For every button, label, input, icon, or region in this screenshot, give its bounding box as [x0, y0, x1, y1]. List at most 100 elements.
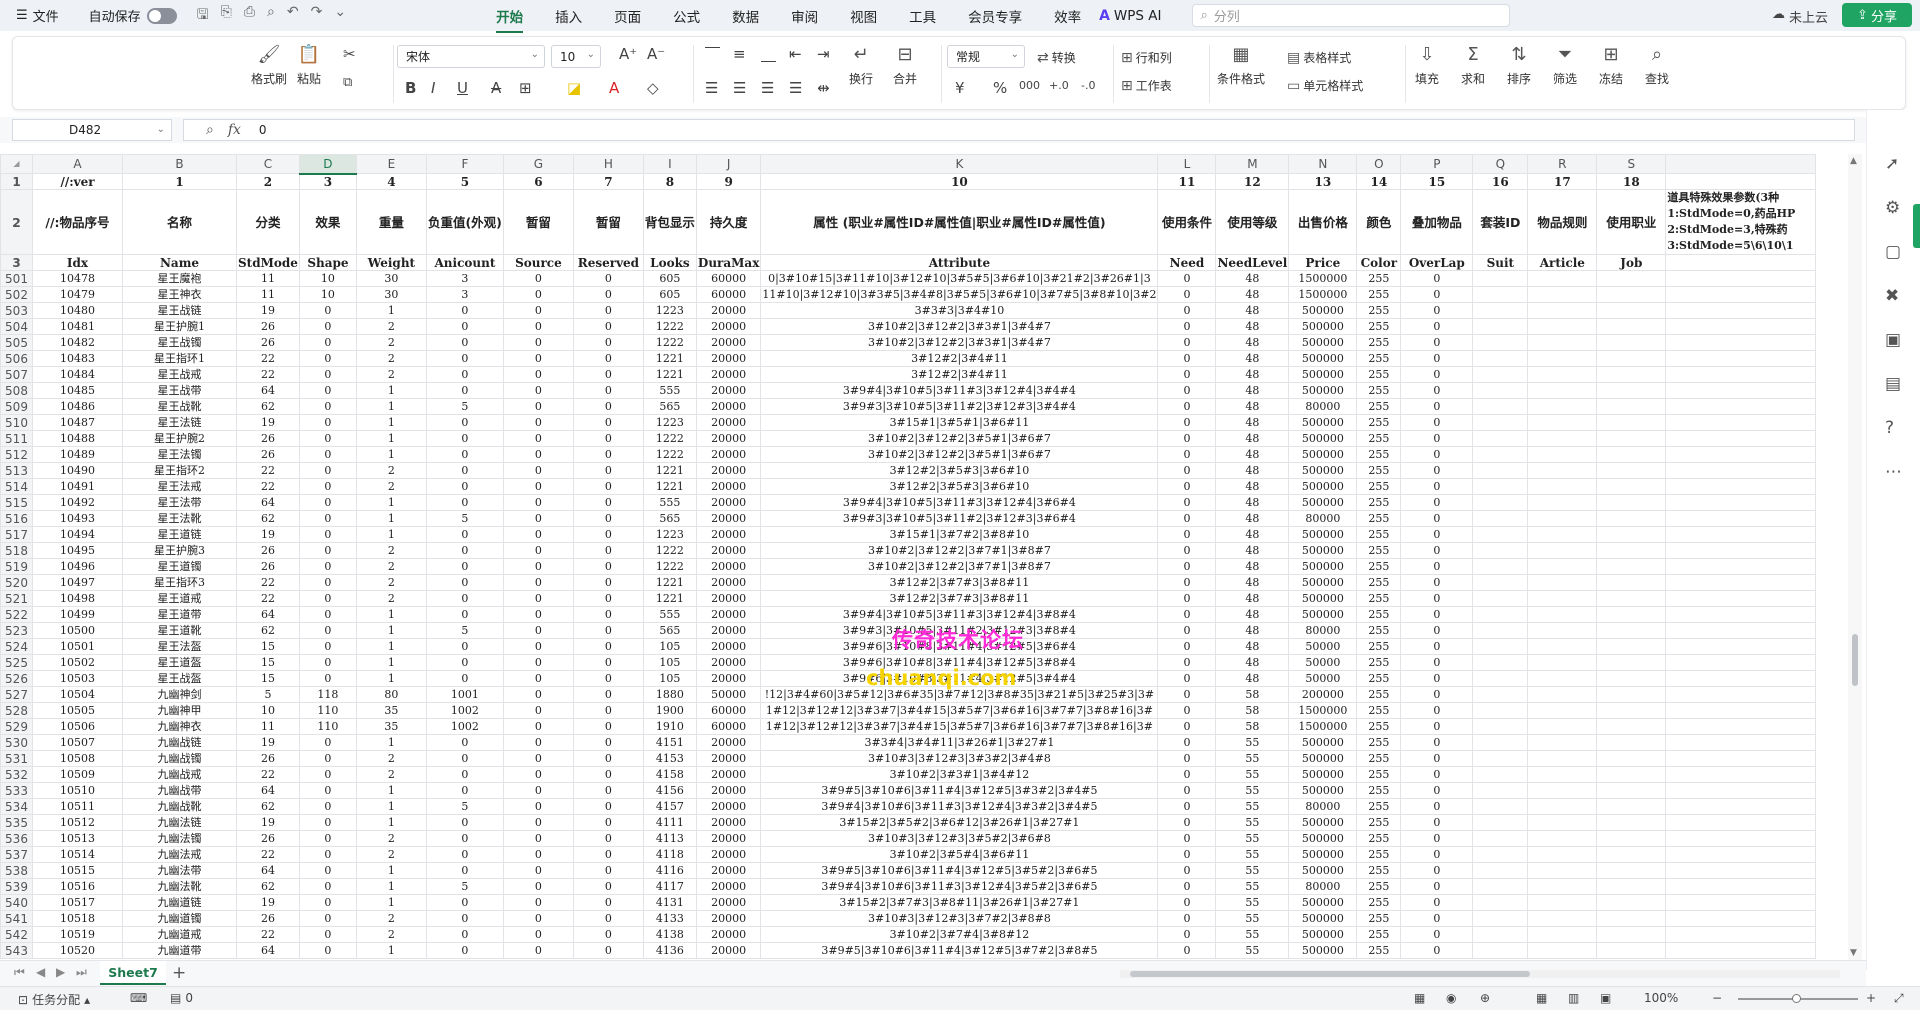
- data-cell[interactable]: 0: [1400, 494, 1474, 511]
- data-cell[interactable]: 1: [355, 878, 427, 895]
- data-cell[interactable]: 星王法靴: [122, 510, 237, 527]
- data-cell[interactable]: 3#9#5|3#10#6|3#11#4|3#12#5|3#5#2|3#6#5: [760, 862, 1159, 879]
- data-cell[interactable]: 255: [1356, 446, 1402, 463]
- data-cell[interactable]: [1527, 766, 1598, 783]
- data-cell[interactable]: 3#15#2|3#7#3|3#8#11|3#26#1|3#27#1: [760, 894, 1159, 911]
- data-cell[interactable]: [1527, 334, 1598, 351]
- data-cell[interactable]: 55: [1215, 750, 1290, 767]
- header-cell[interactable]: Anicount: [425, 254, 504, 271]
- page-layout-icon[interactable]: ▦: [1414, 991, 1425, 1005]
- row-header[interactable]: 535: [0, 814, 33, 831]
- data-cell[interactable]: 星王魔袍: [122, 270, 237, 287]
- data-cell[interactable]: 48: [1215, 430, 1290, 447]
- data-cell[interactable]: 48: [1215, 462, 1290, 479]
- data-cell[interactable]: [1596, 446, 1667, 463]
- data-cell[interactable]: 0: [1157, 766, 1217, 783]
- data-cell[interactable]: 0: [1400, 750, 1474, 767]
- data-cell[interactable]: 0: [502, 350, 574, 367]
- data-cell[interactable]: [1665, 862, 1817, 879]
- data-cell[interactable]: 0: [425, 462, 504, 479]
- data-cell[interactable]: 255: [1356, 798, 1402, 815]
- data-cell[interactable]: 0: [298, 590, 357, 607]
- data-cell[interactable]: 20000: [695, 654, 762, 671]
- data-cell[interactable]: 0: [502, 798, 574, 815]
- align-right-icon[interactable]: ☰: [761, 79, 774, 97]
- data-cell[interactable]: 星王战靴: [122, 398, 237, 415]
- data-cell[interactable]: 5: [425, 798, 504, 815]
- data-cell[interactable]: 255: [1356, 542, 1402, 559]
- data-cell[interactable]: [1596, 302, 1667, 319]
- data-cell[interactable]: 0: [502, 910, 574, 927]
- data-cell[interactable]: 0: [1400, 382, 1474, 399]
- data-cell[interactable]: 10496: [32, 558, 123, 575]
- freeze-button[interactable]: ⊞ 冻结: [1599, 43, 1623, 87]
- data-cell[interactable]: 255: [1356, 622, 1402, 639]
- data-cell[interactable]: 10511: [32, 798, 123, 815]
- data-cell[interactable]: 20000: [695, 942, 762, 959]
- data-cell[interactable]: 0: [1157, 814, 1217, 831]
- data-cell[interactable]: 0: [425, 318, 504, 335]
- data-cell[interactable]: 0: [572, 270, 644, 287]
- data-cell[interactable]: [1596, 382, 1667, 399]
- data-cell[interactable]: 0: [1157, 734, 1217, 751]
- data-cell[interactable]: 1221: [642, 366, 697, 383]
- save-icon[interactable]: 🖫: [197, 4, 209, 28]
- data-cell[interactable]: 118: [298, 686, 357, 703]
- data-cell[interactable]: [1527, 814, 1598, 831]
- data-cell[interactable]: 0: [298, 510, 357, 527]
- data-cell[interactable]: 0: [1400, 478, 1474, 495]
- data-cell[interactable]: 0: [1157, 446, 1217, 463]
- data-cell[interactable]: 22: [236, 350, 300, 367]
- data-cell[interactable]: 50000: [1288, 670, 1358, 687]
- data-cell[interactable]: 26: [236, 334, 300, 351]
- data-cell[interactable]: 0: [425, 414, 504, 431]
- data-cell[interactable]: 3#12#2|3#4#11: [760, 366, 1159, 383]
- row-header[interactable]: 527: [0, 686, 33, 703]
- data-cell[interactable]: [1665, 846, 1817, 863]
- data-cell[interactable]: 0: [425, 382, 504, 399]
- data-cell[interactable]: 1222: [642, 334, 697, 351]
- data-cell[interactable]: 0: [502, 702, 574, 719]
- more-options-icon[interactable]: ⋯: [1885, 462, 1902, 482]
- data-cell[interactable]: [1596, 830, 1667, 847]
- data-cell[interactable]: 0: [1157, 350, 1217, 367]
- data-cell[interactable]: 0: [425, 478, 504, 495]
- header-cell[interactable]: Name: [122, 254, 237, 271]
- data-cell[interactable]: [1527, 910, 1598, 927]
- data-cell[interactable]: 80000: [1288, 622, 1358, 639]
- column-header[interactable]: J: [695, 154, 762, 174]
- data-cell[interactable]: 10488: [32, 430, 123, 447]
- data-cell[interactable]: 62: [236, 878, 300, 895]
- data-cell[interactable]: 500000: [1288, 558, 1358, 575]
- data-cell[interactable]: 0: [572, 638, 644, 655]
- data-cell[interactable]: 0: [298, 894, 357, 911]
- copy-icon[interactable]: ⧉: [343, 75, 352, 90]
- data-cell[interactable]: 200000: [1288, 686, 1358, 703]
- header-cell[interactable]: 9: [695, 173, 762, 190]
- header-cell[interactable]: //:物品序号: [32, 189, 123, 255]
- data-cell[interactable]: 10519: [32, 926, 123, 943]
- data-cell[interactable]: 55: [1215, 846, 1290, 863]
- data-cell[interactable]: [1472, 718, 1529, 735]
- data-cell[interactable]: [1527, 926, 1598, 943]
- row-header[interactable]: 502: [0, 286, 33, 303]
- data-cell[interactable]: 3#9#4|3#10#5|3#11#3|3#12#4|3#4#4: [760, 382, 1159, 399]
- data-cell[interactable]: 0: [502, 366, 574, 383]
- number-format-select[interactable]: 常规 ⌄: [947, 45, 1025, 68]
- data-cell[interactable]: 0: [425, 734, 504, 751]
- data-cell[interactable]: 255: [1356, 382, 1402, 399]
- data-cell[interactable]: 0: [298, 910, 357, 927]
- data-cell[interactable]: 55: [1215, 782, 1290, 799]
- print-icon[interactable]: ⎙: [244, 4, 255, 28]
- data-cell[interactable]: [1472, 702, 1529, 719]
- data-cell[interactable]: 九幽战带: [122, 782, 237, 799]
- increase-font-icon[interactable]: A⁺: [619, 45, 637, 63]
- data-cell[interactable]: [1472, 446, 1529, 463]
- data-cell[interactable]: 22: [236, 366, 300, 383]
- data-cell[interactable]: 九幽神衣: [122, 718, 237, 735]
- data-cell[interactable]: 2: [355, 478, 427, 495]
- data-cell[interactable]: [1472, 270, 1529, 287]
- data-cell[interactable]: 0: [298, 766, 357, 783]
- row-header[interactable]: 507: [0, 366, 33, 383]
- data-cell[interactable]: [1472, 846, 1529, 863]
